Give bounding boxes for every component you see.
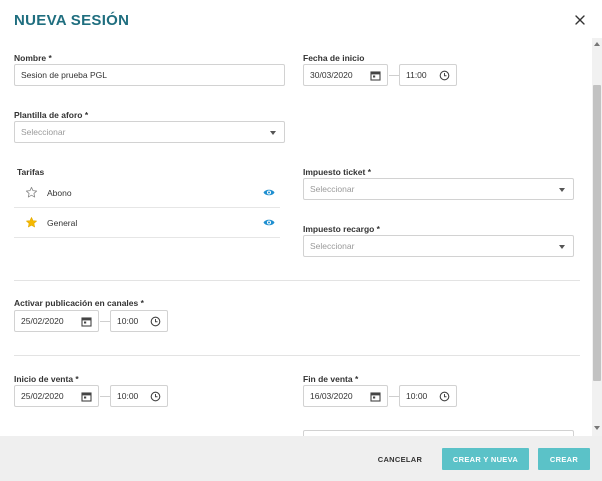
impuesto-ticket-select[interactable]: Seleccionar: [303, 178, 574, 200]
fin-venta-date-input[interactable]: 16/03/2020: [303, 385, 388, 407]
impuesto-recargo-select[interactable]: Seleccionar: [303, 235, 574, 257]
calendar-icon[interactable]: [370, 391, 381, 402]
chevron-down-icon: [559, 188, 565, 192]
date-time-separator: [389, 75, 399, 76]
section-divider: [14, 280, 580, 281]
plantilla-select[interactable]: Seleccionar: [14, 121, 285, 143]
chevron-down-icon: [559, 245, 565, 249]
scrollbar-thumb[interactable]: [593, 85, 601, 381]
impuesto-recargo-label: Impuesto recargo *: [303, 224, 380, 234]
scroll-up-arrow-icon[interactable]: [594, 42, 600, 46]
tarifa-row[interactable]: Abono: [14, 178, 280, 208]
star-outline-icon[interactable]: [25, 186, 38, 199]
calendar-icon[interactable]: [81, 316, 92, 327]
nombre-input[interactable]: Sesion de prueba PGL: [14, 64, 285, 86]
dialog-title: NUEVA SESIÓN: [14, 12, 130, 29]
fecha-inicio-time-input[interactable]: 11:00: [399, 64, 457, 86]
eye-icon[interactable]: [263, 218, 275, 227]
inicio-venta-date-value: 25/02/2020: [21, 391, 64, 401]
publicacion-time-value: 10:00: [117, 316, 139, 326]
plantilla-label: Plantilla de aforo *: [14, 110, 89, 120]
create-button[interactable]: CREAR: [538, 448, 590, 470]
clock-icon[interactable]: [439, 70, 450, 81]
tarifa-row[interactable]: General: [14, 208, 280, 238]
fin-venta-time-value: 10:00: [406, 391, 428, 401]
inicio-venta-date-input[interactable]: 25/02/2020: [14, 385, 99, 407]
publicacion-date-input[interactable]: 25/02/2020: [14, 310, 99, 332]
calendar-icon[interactable]: [81, 391, 92, 402]
fecha-inicio-time-value: 11:00: [406, 70, 427, 80]
impuesto-ticket-placeholder: Seleccionar: [310, 184, 355, 194]
inicio-venta-time-value: 10:00: [117, 391, 139, 401]
date-time-separator: [389, 396, 399, 397]
fin-venta-date-value: 16/03/2020: [310, 391, 353, 401]
impuesto-recargo-placeholder: Seleccionar: [310, 241, 355, 251]
calendar-icon[interactable]: [370, 70, 381, 81]
clock-icon[interactable]: [439, 391, 450, 402]
tarifa-name: Abono: [47, 188, 72, 198]
date-time-separator: [100, 396, 110, 397]
inicio-venta-label: Inicio de venta *: [14, 374, 79, 384]
clock-icon[interactable]: [150, 316, 161, 327]
tarifa-name: General: [47, 218, 78, 228]
inicio-venta-time-input[interactable]: 10:00: [110, 385, 168, 407]
cancel-button[interactable]: CANCELAR: [370, 448, 430, 470]
impuesto-ticket-label: Impuesto ticket *: [303, 167, 372, 177]
create-and-new-button[interactable]: CREAR Y NUEVA: [442, 448, 529, 470]
close-icon[interactable]: [573, 13, 587, 27]
clock-icon[interactable]: [150, 391, 161, 402]
publicacion-time-input[interactable]: 10:00: [110, 310, 168, 332]
fin-venta-label: Fin de venta *: [303, 374, 359, 384]
nombre-label: Nombre *: [14, 53, 52, 63]
chevron-down-icon: [270, 131, 276, 135]
star-filled-icon[interactable]: [25, 216, 38, 229]
tarifas-label: Tarifas: [17, 167, 45, 177]
section-divider: [14, 355, 580, 356]
nombre-value: Sesion de prueba PGL: [21, 70, 108, 80]
fin-venta-time-input[interactable]: 10:00: [399, 385, 457, 407]
fecha-inicio-date-input[interactable]: 30/03/2020: [303, 64, 388, 86]
publicacion-date-value: 25/02/2020: [21, 316, 64, 326]
date-time-separator: [100, 321, 110, 322]
fecha-inicio-label: Fecha de inicio: [303, 53, 365, 63]
fecha-inicio-date-value: 30/03/2020: [310, 70, 353, 80]
plantilla-placeholder: Seleccionar: [21, 127, 66, 137]
publicacion-label: Activar publicación en canales *: [14, 298, 144, 308]
scroll-down-arrow-icon[interactable]: [594, 426, 600, 430]
eye-icon[interactable]: [263, 188, 275, 197]
